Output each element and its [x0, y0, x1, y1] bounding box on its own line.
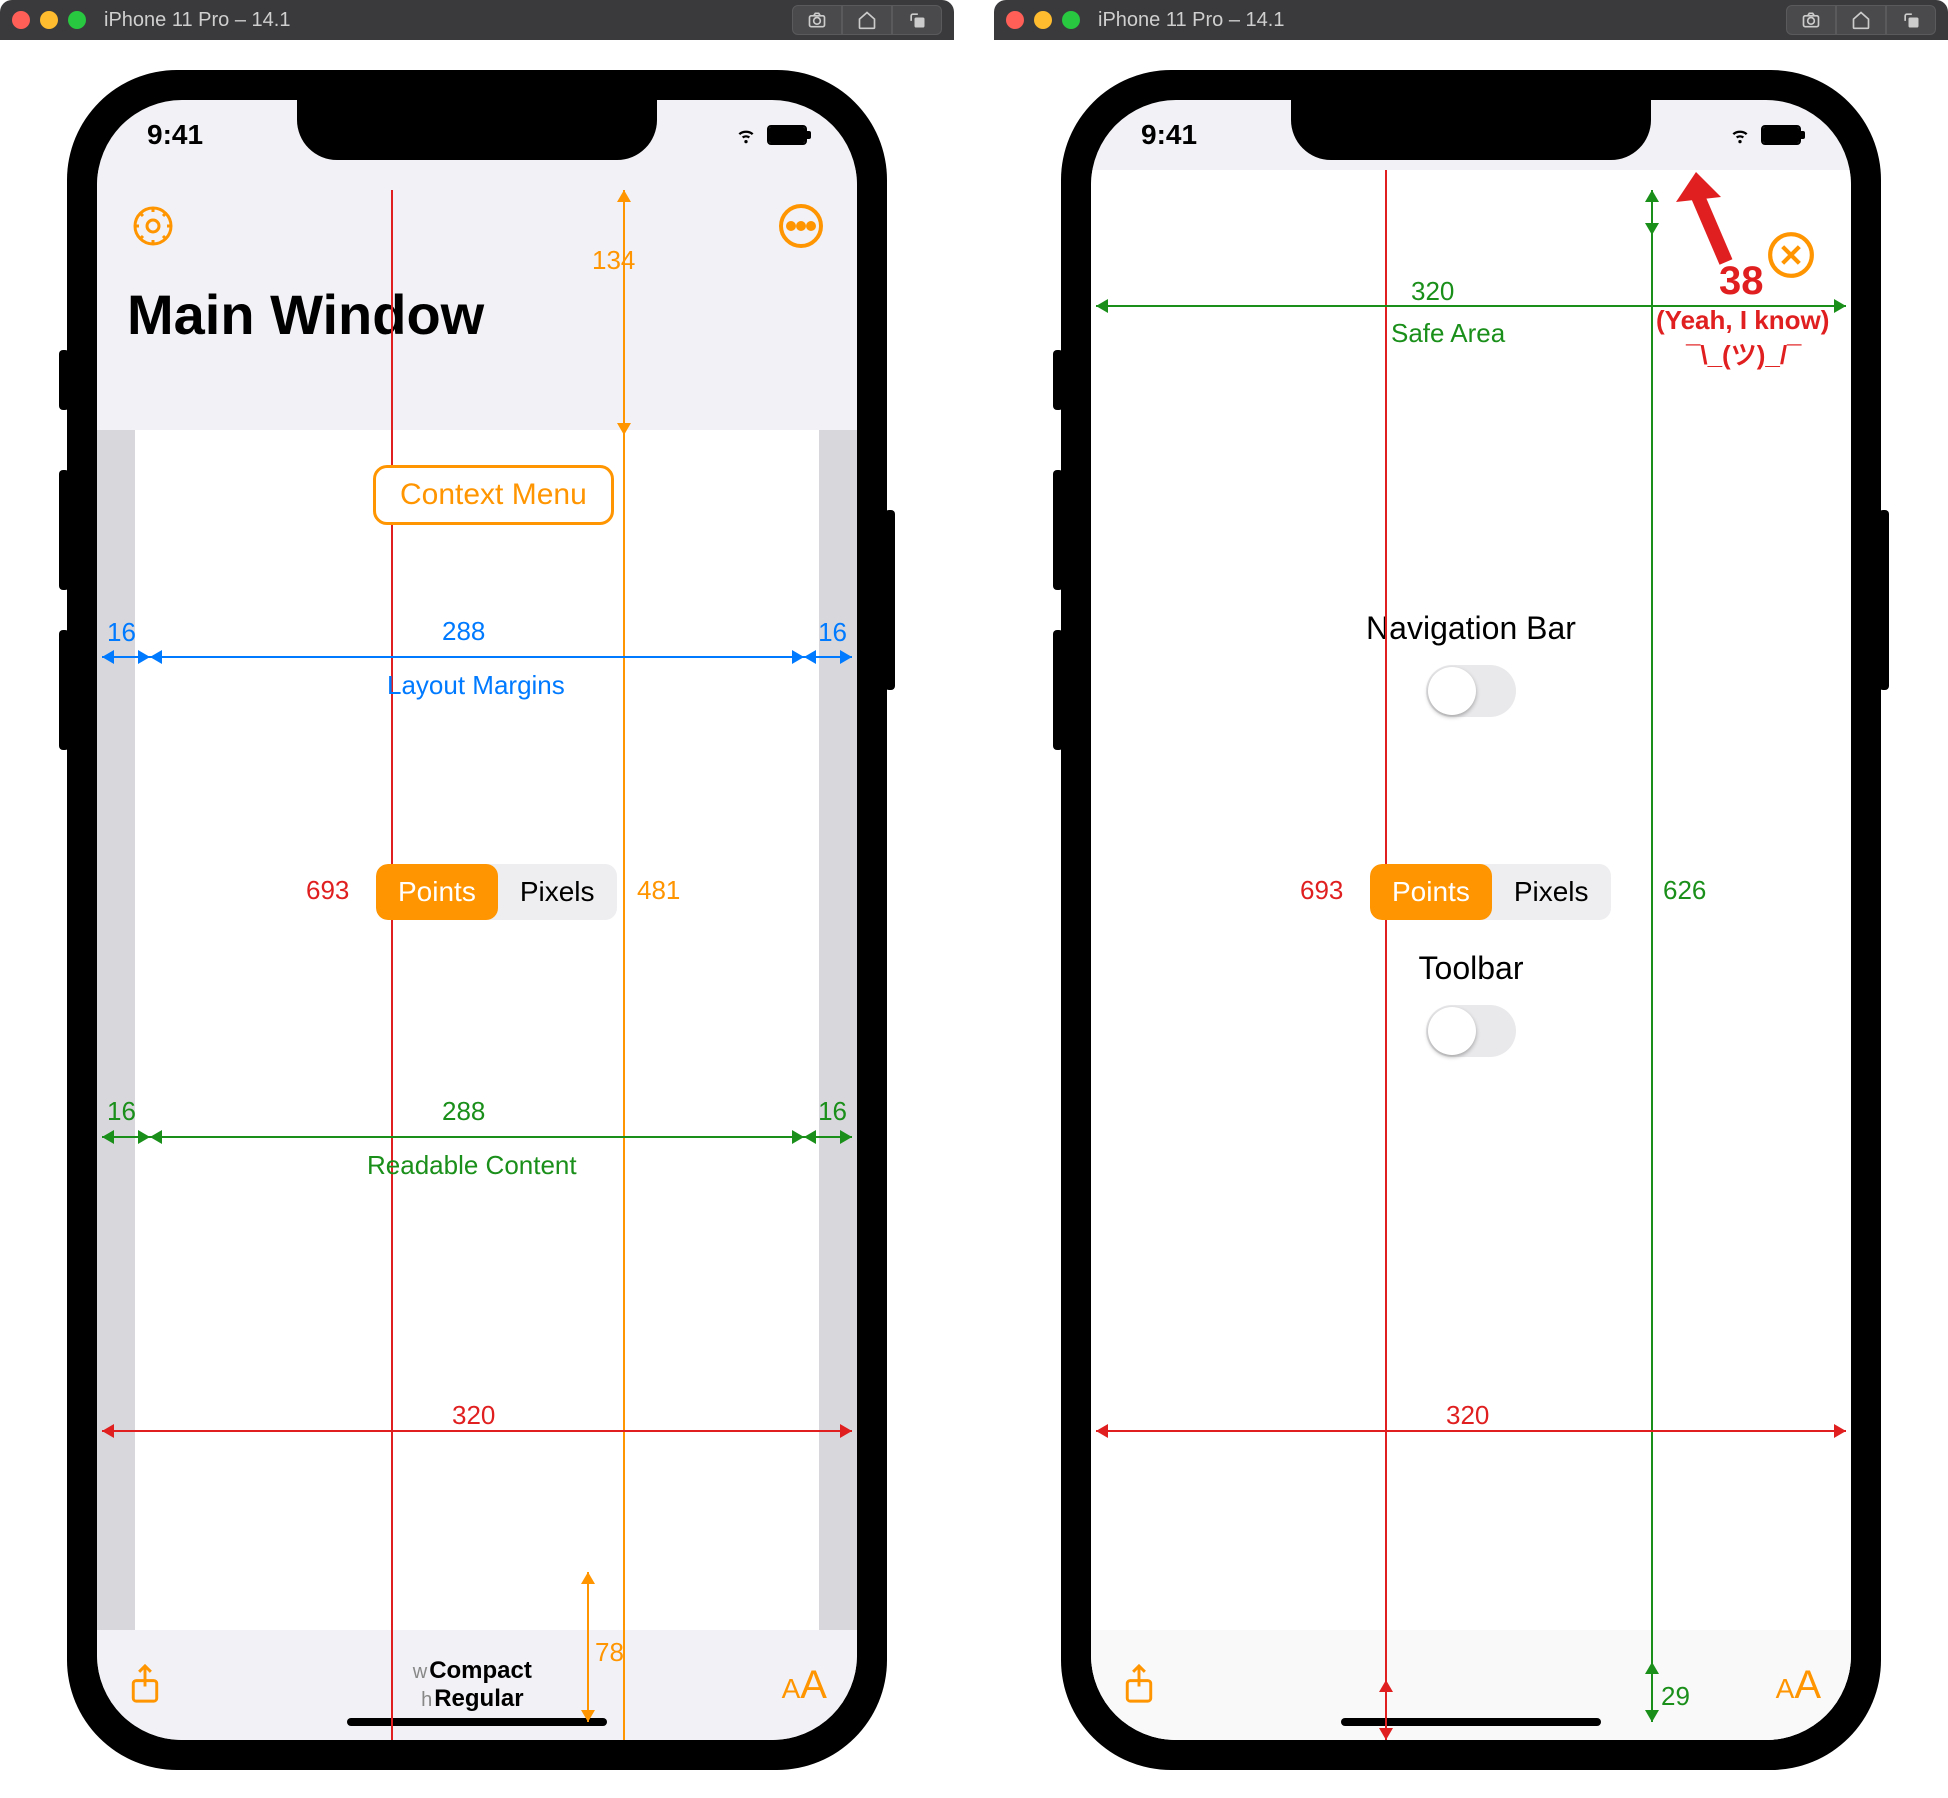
- unit-points-option[interactable]: Points: [1370, 864, 1492, 920]
- wifi-icon: [733, 125, 759, 145]
- toolbar-switch[interactable]: [1426, 1005, 1516, 1057]
- phone-screen: 9:41 Navigation Bar Toolbar: [1091, 100, 1851, 1740]
- simulator-body: 9:41 Navigation Bar Toolbar: [994, 40, 1948, 1798]
- notch: [1291, 100, 1651, 160]
- rotate-button[interactable]: [892, 5, 942, 35]
- power-button: [1879, 510, 1889, 690]
- home-button[interactable]: [1836, 5, 1886, 35]
- navigation-header: Main Window: [97, 170, 857, 430]
- volume-up-button: [59, 470, 69, 590]
- power-button: [885, 510, 895, 690]
- minimize-window-button[interactable]: [40, 11, 58, 29]
- share-icon[interactable]: [127, 1663, 163, 1707]
- app-content: Navigation Bar Toolbar AA: [1091, 170, 1851, 1740]
- navigation-bar-switch[interactable]: [1426, 665, 1516, 717]
- simulator-toolbar-buttons: [792, 5, 942, 35]
- traffic-lights: [1006, 11, 1080, 29]
- zoom-window-button[interactable]: [1062, 11, 1080, 29]
- status-time: 9:41: [147, 119, 203, 151]
- simulator-toolbar-buttons: [1786, 5, 1936, 35]
- size-class-label: wCompact hRegular: [413, 1657, 532, 1713]
- share-icon[interactable]: [1121, 1663, 1157, 1707]
- phone-screen: 9:41: [97, 100, 857, 1740]
- minimize-window-button[interactable]: [1034, 11, 1052, 29]
- home-indicator: [1341, 1718, 1601, 1726]
- silent-switch: [59, 350, 69, 410]
- status-icons: [1727, 125, 1801, 145]
- toolbar-label: Toolbar: [1091, 950, 1851, 987]
- window-titlebar: iPhone 11 Pro – 14.1: [994, 0, 1948, 40]
- navigation-bar-label: Navigation Bar: [1091, 610, 1851, 647]
- unit-segmented-control[interactable]: Points Pixels: [1370, 864, 1611, 920]
- text-size-icon[interactable]: AA: [1776, 1663, 1821, 1708]
- volume-down-button: [1053, 630, 1063, 750]
- window-titlebar: iPhone 11 Pro – 14.1: [0, 0, 954, 40]
- window-title: iPhone 11 Pro – 14.1: [104, 9, 792, 32]
- text-size-icon[interactable]: AA: [782, 1663, 827, 1708]
- more-icon[interactable]: [775, 200, 827, 252]
- unit-pixels-option[interactable]: Pixels: [498, 864, 617, 920]
- volume-down-button: [59, 630, 69, 750]
- silent-switch: [1053, 350, 1063, 410]
- gear-icon[interactable]: [127, 200, 179, 252]
- unit-points-option[interactable]: Points: [376, 864, 498, 920]
- page-title: Main Window: [127, 282, 827, 347]
- screenshot-button[interactable]: [1786, 5, 1836, 35]
- notch: [297, 100, 657, 160]
- status-icons: [733, 125, 807, 145]
- home-button[interactable]: [842, 5, 892, 35]
- phone-frame: 9:41 Navigation Bar Toolbar: [1061, 70, 1881, 1770]
- zoom-window-button[interactable]: [68, 11, 86, 29]
- status-time: 9:41: [1141, 119, 1197, 151]
- wifi-icon: [1727, 125, 1753, 145]
- unit-segmented-control[interactable]: Points Pixels: [376, 864, 617, 920]
- window-title: iPhone 11 Pro – 14.1: [1098, 9, 1786, 32]
- volume-up-button: [1053, 470, 1063, 590]
- main-content-area: [97, 430, 857, 1630]
- home-indicator: [347, 1718, 607, 1726]
- left-margin-gutter: [97, 430, 135, 1630]
- close-icon[interactable]: [1766, 230, 1816, 280]
- phone-frame: 9:41: [67, 70, 887, 1770]
- close-window-button[interactable]: [12, 11, 30, 29]
- right-margin-gutter: [819, 430, 857, 1630]
- battery-icon: [1761, 125, 1801, 145]
- rotate-button[interactable]: [1886, 5, 1936, 35]
- unit-pixels-option[interactable]: Pixels: [1492, 864, 1611, 920]
- close-window-button[interactable]: [1006, 11, 1024, 29]
- simulator-window-right: iPhone 11 Pro – 14.1 9:41: [994, 0, 1948, 1798]
- simulator-window-left: iPhone 11 Pro – 14.1 9:41: [0, 0, 954, 1798]
- screenshot-button[interactable]: [792, 5, 842, 35]
- simulator-body: 9:41: [0, 40, 954, 1798]
- app-content: Main Window wCompact hRegular: [97, 170, 857, 1740]
- traffic-lights: [12, 11, 86, 29]
- context-menu-button[interactable]: Context Menu: [373, 465, 614, 525]
- battery-icon: [767, 125, 807, 145]
